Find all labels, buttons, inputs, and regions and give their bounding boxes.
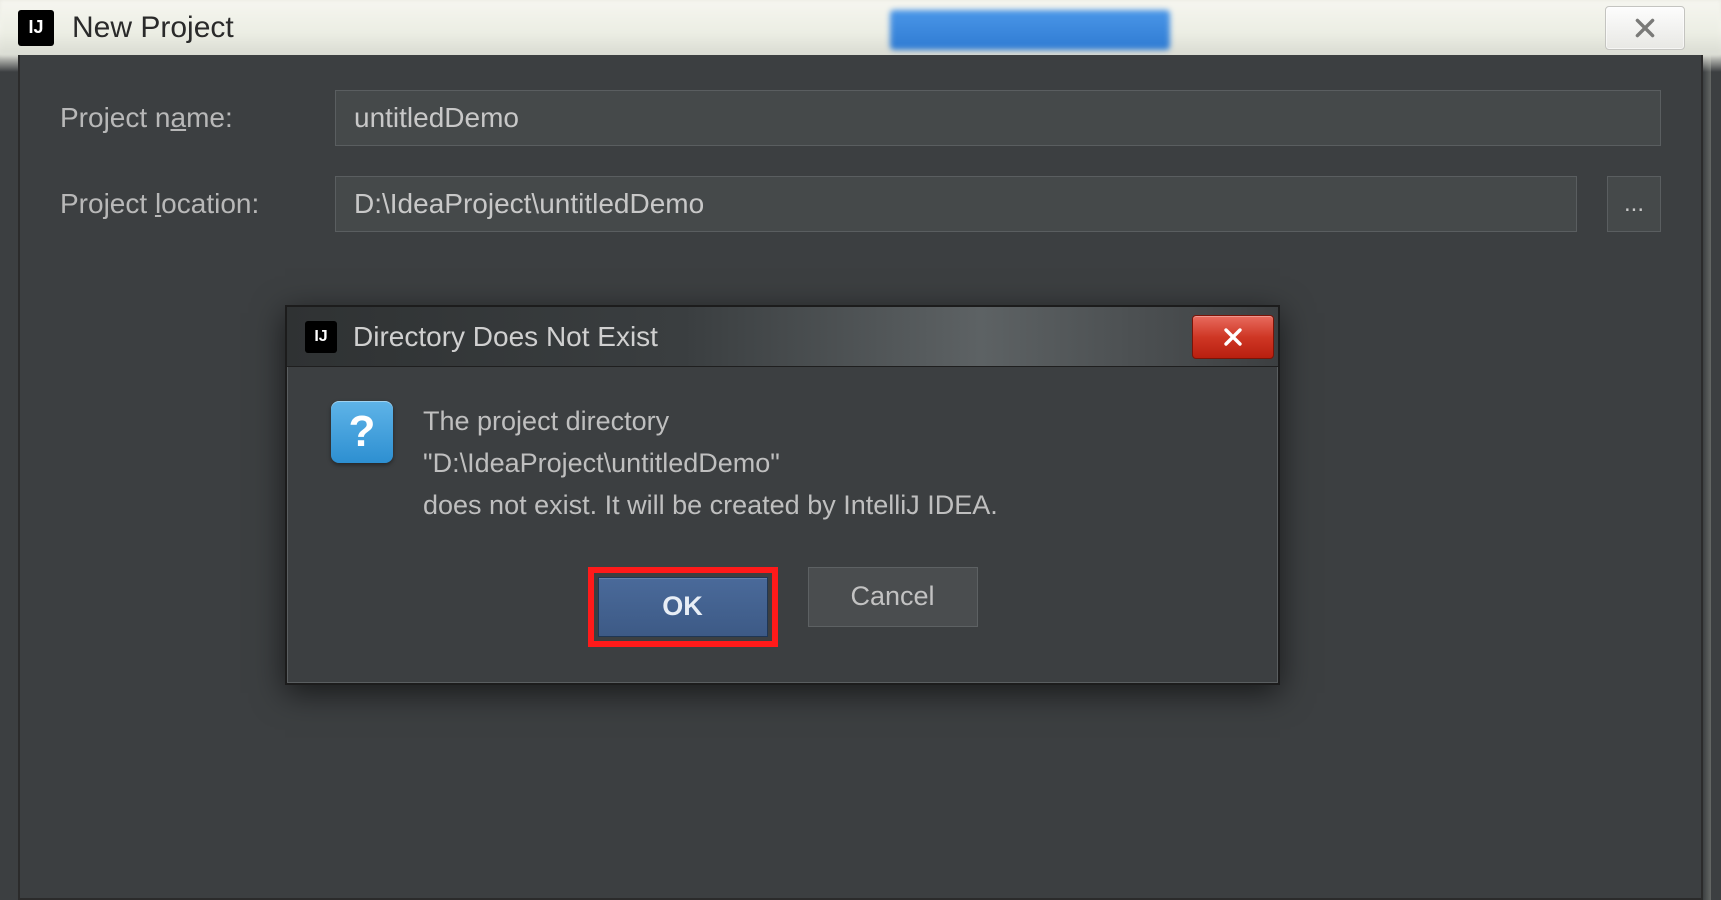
intellij-icon: IJ [305, 321, 337, 353]
outer-window-title: New Project [72, 11, 234, 45]
project-name-label: Project name: [60, 102, 305, 134]
dialog-title: Directory Does Not Exist [353, 321, 658, 353]
question-icon: ? [331, 401, 393, 463]
dialog-body: ? The project directory "D:\IdeaProject\… [287, 367, 1278, 557]
dialog-title-bar[interactable]: IJ Directory Does Not Exist [287, 307, 1278, 367]
browse-location-button[interactable]: ... [1607, 176, 1661, 232]
window-edge [1703, 55, 1711, 900]
message-line: "D:\IdeaProject\untitledDemo" [423, 448, 780, 478]
project-location-label: Project location: [60, 188, 305, 220]
directory-does-not-exist-dialog: IJ Directory Does Not Exist ? The projec… [285, 305, 1280, 685]
close-icon [1632, 15, 1658, 41]
dialog-close-button[interactable] [1192, 315, 1274, 359]
project-name-row: Project name: [60, 90, 1661, 146]
project-name-input[interactable] [335, 90, 1661, 146]
message-line: The project directory [423, 406, 669, 436]
outer-title-bar: IJ New Project [18, 0, 234, 55]
background-blurred-button [890, 10, 1170, 50]
label-text: Project n [60, 102, 171, 133]
ok-button[interactable]: OK [598, 577, 768, 637]
label-text: Project [60, 188, 155, 219]
outer-window-close-button[interactable] [1605, 6, 1685, 50]
label-mnemonic: a [171, 102, 187, 133]
project-location-input[interactable] [335, 176, 1577, 232]
project-location-row: Project location: ... [60, 176, 1661, 232]
dialog-button-row: OK Cancel [287, 557, 1278, 683]
background-blur [0, 0, 1721, 55]
dialog-title-left: IJ Directory Does Not Exist [305, 321, 658, 353]
message-line: does not exist. It will be created by In… [423, 490, 998, 520]
label-text: me: [186, 102, 233, 133]
cancel-button[interactable]: Cancel [808, 567, 978, 627]
close-icon [1221, 325, 1245, 349]
intellij-icon: IJ [18, 10, 54, 46]
label-text: ocation: [161, 188, 259, 219]
ok-button-highlight: OK [588, 567, 778, 647]
dialog-message: The project directory "D:\IdeaProject\un… [423, 401, 998, 527]
